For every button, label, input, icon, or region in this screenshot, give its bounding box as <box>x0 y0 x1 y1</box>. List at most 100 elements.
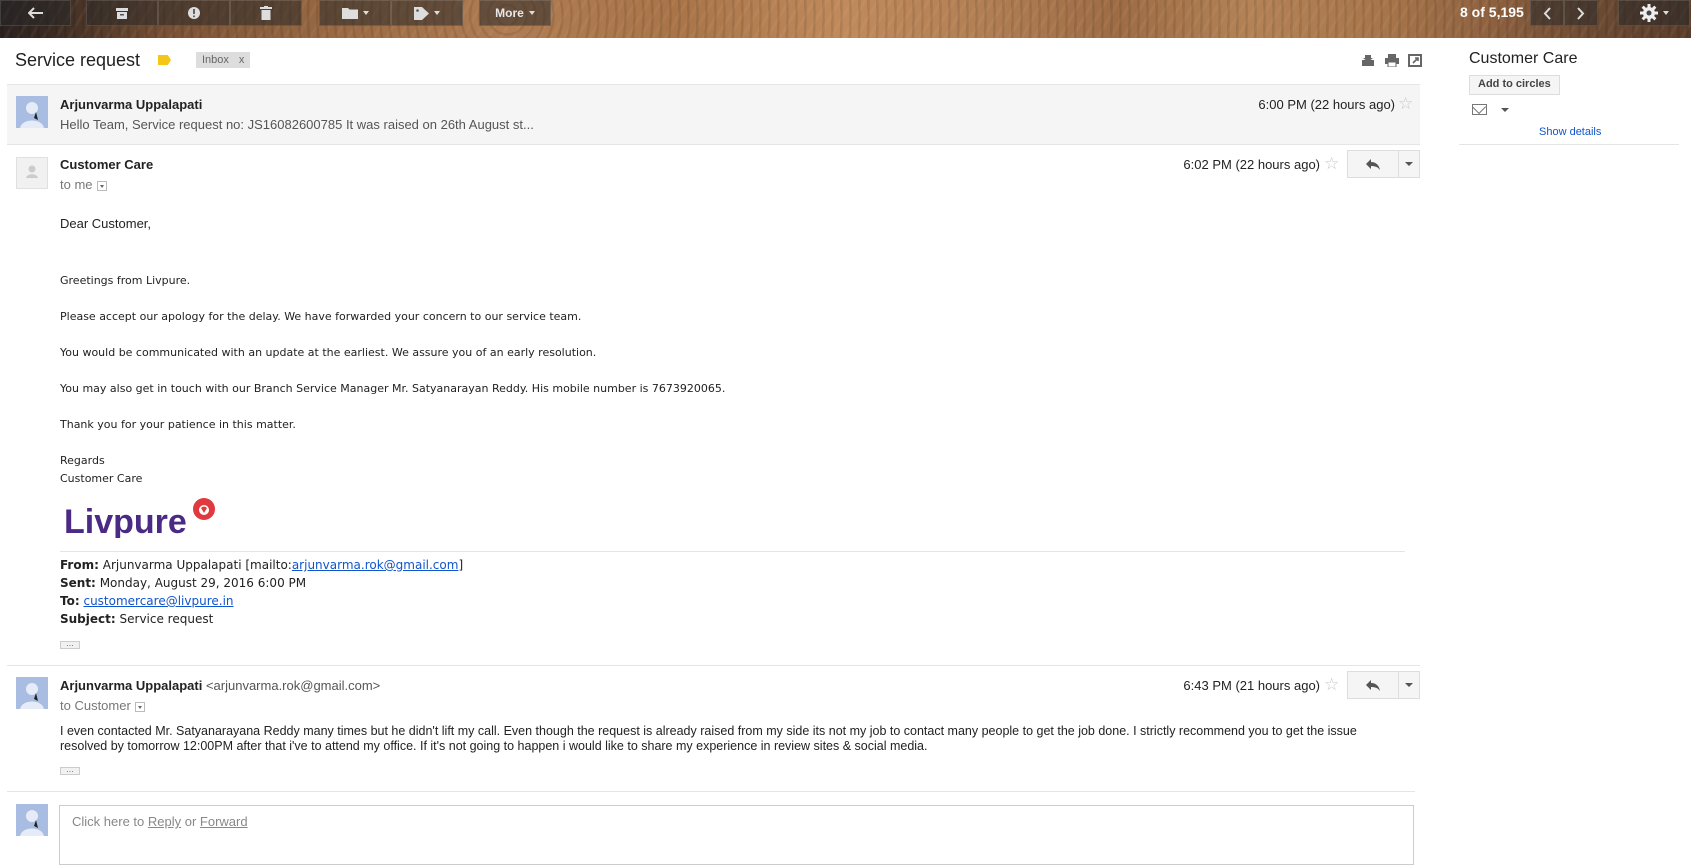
add-to-circles-button[interactable]: Add to circles <box>1469 75 1560 95</box>
chevron-left-icon <box>1543 6 1551 20</box>
reply-button-group <box>1347 150 1420 178</box>
show-trimmed-content-button[interactable]: ... <box>60 639 80 649</box>
sender-email: <arjunvarma.rok@gmail.com> <box>205 678 381 693</box>
newer-button[interactable] <box>1530 0 1564 26</box>
label-tag-icon <box>414 6 429 20</box>
body-line: Customer Care <box>60 472 143 485</box>
sender-name: Arjunvarma Uppalapati <arjunvarma.rok@gm… <box>60 678 380 693</box>
toolbar: More 8 of 5,195 <box>0 0 1691 38</box>
livpure-logo: Livpure <box>64 498 215 538</box>
settings-button[interactable] <box>1618 0 1690 26</box>
from-email-link[interactable]: arjunvarma.rok@gmail.com <box>292 558 459 572</box>
more-actions-button[interactable] <box>1399 151 1419 177</box>
recipient-summary[interactable]: to me <box>60 177 107 192</box>
more-button[interactable]: More <box>479 0 551 26</box>
remove-label-button[interactable]: x <box>239 54 245 66</box>
more-actions-button[interactable] <box>1399 672 1419 698</box>
labels-button[interactable] <box>391 0 463 26</box>
move-to-button[interactable] <box>319 0 391 26</box>
reply-button[interactable] <box>1348 672 1399 698</box>
report-spam-icon <box>188 7 200 19</box>
reply-prompt-or: or <box>181 814 200 829</box>
reply-box[interactable]: Click here to Reply or Forward <box>59 805 1414 865</box>
report-spam-button[interactable] <box>158 0 230 26</box>
sender-name: Customer Care <box>60 157 154 172</box>
body-line: Please accept our apology for the delay.… <box>60 310 582 323</box>
avatar <box>16 96 48 128</box>
new-window-icon[interactable] <box>1408 54 1422 67</box>
star-icon[interactable]: ☆ <box>1398 95 1413 112</box>
body-line: You would be communicated with an update… <box>60 346 597 359</box>
chevron-right-icon <box>1577 6 1585 20</box>
reply-prompt-prefix: Click here to <box>72 814 148 829</box>
chevron-down-icon <box>1405 162 1413 166</box>
gear-icon <box>1639 4 1658 22</box>
show-details-dropdown-icon[interactable] <box>134 701 145 712</box>
forwarded-sent: Sent: Monday, August 29, 2016 6:00 PM <box>60 576 306 590</box>
forwarded-subject: Subject: Service request <box>60 612 213 626</box>
logo-wordmark: Livpure <box>64 503 187 538</box>
to-label: To: <box>60 594 80 608</box>
from-name: Arjunvarma Uppalapati [mailto: <box>102 558 292 572</box>
contact-name: Customer Care <box>1469 50 1578 67</box>
from-close: ] <box>458 558 464 572</box>
message-snippet: Hello Team, Service request no: JS160826… <box>60 117 534 132</box>
body-line: Regards <box>60 454 105 467</box>
folder-icon <box>341 8 358 19</box>
chevron-down-icon[interactable] <box>1501 108 1509 112</box>
star-icon[interactable]: ☆ <box>1324 676 1339 693</box>
action-group <box>86 0 302 26</box>
inbox-label-chip: Inbox x <box>196 52 251 68</box>
divider <box>60 551 1405 552</box>
person-icon <box>16 96 48 128</box>
reply-icon <box>1366 158 1380 170</box>
divider <box>1459 144 1679 145</box>
to-email-link[interactable]: customercare@livpure.in <box>83 594 233 608</box>
more-label: More <box>495 6 524 20</box>
star-icon[interactable]: ☆ <box>1324 155 1339 172</box>
reply-button[interactable] <box>1348 151 1399 177</box>
message-time: 6:43 PM (21 hours ago) <box>1183 678 1320 693</box>
reply-prompt: Click here to Reply or Forward <box>72 814 248 829</box>
sent-label: Sent: <box>60 576 96 590</box>
older-button[interactable] <box>1564 0 1598 26</box>
move-label-group <box>319 0 463 26</box>
sender-name: Arjunvarma Uppalapati <box>60 97 203 112</box>
recipient-label: to me <box>60 177 93 192</box>
body-line: You may also get in touch with our Branc… <box>60 382 726 395</box>
archive-icon <box>116 7 128 19</box>
message-time: 6:00 PM (22 hours ago) <box>1258 97 1395 112</box>
reply-icon <box>1366 679 1380 691</box>
chevron-down-icon <box>1405 683 1413 687</box>
back-button[interactable] <box>0 0 71 26</box>
avatar <box>16 804 48 836</box>
show-details-link[interactable]: Show details <box>1539 126 1601 138</box>
reply-link[interactable]: Reply <box>148 814 181 829</box>
reply-button-group <box>1347 671 1420 699</box>
show-trimmed-content-button[interactable]: ... <box>60 765 80 775</box>
pager-count: 8 of 5,195 <box>1460 4 1524 20</box>
expand-all-icon[interactable] <box>1361 54 1375 67</box>
message-body: I even contacted Mr. Satyanarayana Reddy… <box>60 724 1357 753</box>
message-collapsed[interactable] <box>7 84 1420 145</box>
recipient-label: to Customer <box>60 698 131 713</box>
divider <box>7 791 1415 792</box>
importance-marker-icon[interactable] <box>158 55 171 65</box>
avatar <box>16 677 48 709</box>
forwarded-from: From: Arjunvarma Uppalapati [mailto:arju… <box>60 558 463 572</box>
subject-value: Service request <box>119 612 214 626</box>
sender-name-text: Arjunvarma Uppalapati <box>60 678 203 693</box>
delete-button[interactable] <box>230 0 302 26</box>
message-time: 6:02 PM (22 hours ago) <box>1183 157 1320 172</box>
email-icon[interactable] <box>1472 104 1487 115</box>
divider <box>7 665 1420 666</box>
body-line: Thank you for your patience in this matt… <box>60 418 296 431</box>
print-icon[interactable] <box>1385 54 1399 67</box>
recipient-summary[interactable]: to Customer <box>60 698 145 713</box>
back-arrow-icon <box>27 7 43 19</box>
archive-button[interactable] <box>86 0 158 26</box>
show-details-dropdown-icon[interactable] <box>96 180 107 191</box>
person-icon <box>26 165 38 178</box>
inbox-label: Inbox <box>202 54 229 66</box>
forward-link[interactable]: Forward <box>200 814 248 829</box>
